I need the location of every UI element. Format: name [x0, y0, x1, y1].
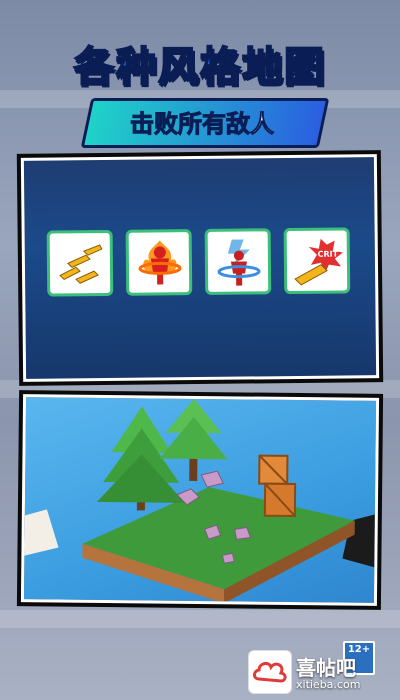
page-subtitle: 击败所有敌人 [130, 110, 275, 139]
lightning-icon [217, 239, 261, 286]
watermark-url: xitieba.com [296, 678, 361, 691]
skill-card-lightning[interactable] [204, 228, 272, 295]
island-map-scene [20, 398, 380, 604]
skills-panel: CRIT [16, 150, 384, 386]
skills-panel-screen: CRIT [20, 154, 380, 382]
bullet-upgrade-icon [59, 244, 103, 284]
watermark-name: 喜帖吧 [296, 656, 356, 680]
skill-card-bullets[interactable] [46, 229, 114, 297]
cloud-logo-icon [253, 661, 287, 683]
background-stripe [0, 610, 400, 628]
page-title: 各种风格地图 [73, 43, 326, 91]
watermark: 喜帖吧 xitieba.com [248, 650, 396, 696]
skill-card-crit[interactable]: CRIT [283, 227, 351, 295]
fire-ring-icon [138, 240, 182, 285]
crit-bullet-icon: CRIT [294, 238, 343, 286]
wooden-crates [258, 454, 297, 518]
skill-card-fire-ring[interactable] [125, 229, 193, 296]
watermark-logo [248, 650, 292, 694]
crit-label: CRIT [318, 250, 339, 259]
left-island [20, 509, 59, 558]
map-panel [16, 390, 384, 610]
map-panel-screen [20, 394, 380, 606]
